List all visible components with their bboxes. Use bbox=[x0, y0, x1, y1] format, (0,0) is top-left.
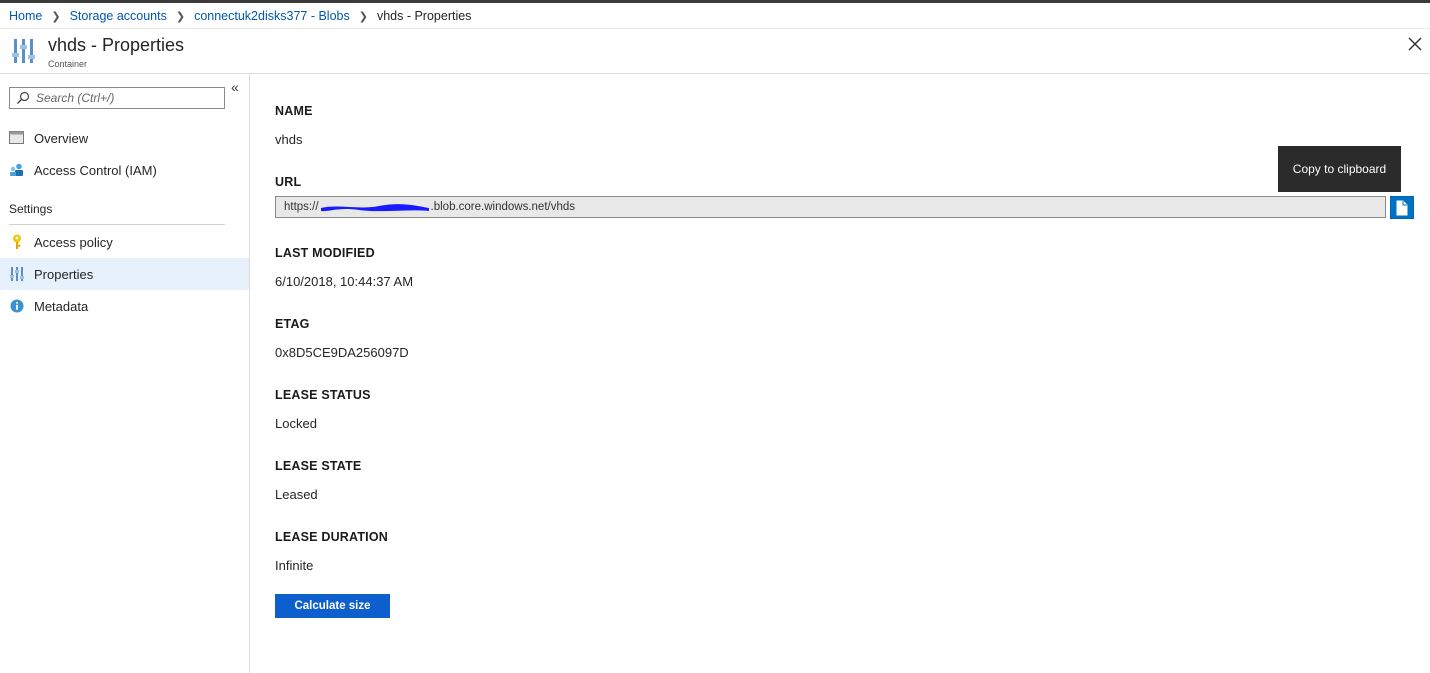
url-suffix: .blob.core.windows.net/vhds bbox=[430, 201, 575, 213]
collapse-sidebar-icon[interactable]: « bbox=[231, 80, 239, 94]
redaction-mark bbox=[319, 201, 431, 213]
lease-status-value: Locked bbox=[275, 416, 317, 431]
chevron-right-icon: ❯ bbox=[175, 10, 186, 23]
search-box[interactable] bbox=[9, 87, 225, 109]
sidebar-item-properties[interactable]: Properties bbox=[0, 258, 249, 290]
sidebar-item-label: Properties bbox=[34, 266, 94, 282]
copy-to-clipboard-button[interactable] bbox=[1390, 196, 1414, 219]
lease-duration-label: LEASE DURATION bbox=[275, 530, 388, 544]
page-title: vhds - Properties bbox=[48, 35, 185, 55]
chevron-right-icon: ❯ bbox=[358, 10, 368, 23]
lease-state-label: LEASE STATE bbox=[275, 459, 362, 473]
calculate-size-button[interactable]: Calculate size bbox=[275, 594, 390, 618]
sidebar-item-iam[interactable]: Access Control (IAM) bbox=[0, 154, 249, 186]
sidebar-item-metadata[interactable]: Metadata bbox=[0, 290, 249, 322]
etag-label: ETAG bbox=[275, 317, 310, 331]
name-label: NAME bbox=[275, 104, 313, 118]
iam-people-icon bbox=[9, 162, 25, 178]
etag-value: 0x8D5CE9DA256097D bbox=[275, 345, 409, 360]
sidebar: « Overview Access Control (IAM) Settin bbox=[0, 74, 250, 673]
sidebar-section-settings: Settings bbox=[9, 202, 53, 216]
sidebar-item-label: Metadata bbox=[34, 298, 89, 314]
breadcrumb-home[interactable]: Home bbox=[9, 9, 42, 23]
info-icon bbox=[9, 298, 25, 314]
lease-status-label: LEASE STATUS bbox=[275, 388, 371, 402]
properties-sliders-icon bbox=[9, 266, 25, 282]
url-field[interactable]: https:// .blob.core.windows.net/vhds bbox=[275, 196, 1386, 218]
lease-state-value: Leased bbox=[275, 487, 318, 502]
copy-tooltip: Copy to clipboard bbox=[1278, 146, 1401, 192]
page-subtitle: Container bbox=[48, 59, 88, 69]
properties-sliders-icon bbox=[12, 39, 35, 63]
breadcrumb: Home ❯ Storage accounts ❯ connectuk2disk… bbox=[9, 9, 471, 23]
url-prefix: https:// bbox=[284, 201, 319, 213]
sidebar-item-label: Access policy bbox=[34, 234, 113, 250]
copy-icon bbox=[1396, 200, 1408, 215]
name-value: vhds bbox=[275, 132, 303, 147]
key-icon bbox=[9, 234, 25, 250]
blade-header: vhds - Properties Container bbox=[0, 28, 1430, 74]
chevron-right-icon: ❯ bbox=[51, 10, 61, 23]
url-label: URL bbox=[275, 175, 302, 189]
search-input[interactable] bbox=[36, 91, 216, 105]
sidebar-item-label: Overview bbox=[34, 130, 89, 146]
breadcrumb-current: vhds - Properties bbox=[376, 9, 472, 23]
top-bar bbox=[0, 0, 1430, 3]
sidebar-item-access-policy[interactable]: Access policy bbox=[0, 226, 249, 258]
sidebar-item-overview[interactable]: Overview bbox=[0, 122, 249, 154]
close-icon[interactable] bbox=[1406, 35, 1424, 53]
last-modified-value: 6/10/2018, 10:44:37 AM bbox=[275, 274, 414, 289]
overview-icon bbox=[9, 130, 25, 146]
last-modified-label: LAST MODIFIED bbox=[275, 246, 375, 260]
breadcrumb-storage-accounts[interactable]: Storage accounts bbox=[70, 9, 167, 23]
search-icon bbox=[17, 91, 30, 104]
sidebar-item-label: Access Control (IAM) bbox=[34, 162, 157, 178]
breadcrumb-blobs[interactable]: connectuk2disks377 - Blobs bbox=[194, 9, 350, 23]
lease-duration-value: Infinite bbox=[275, 558, 314, 573]
divider bbox=[9, 224, 225, 225]
